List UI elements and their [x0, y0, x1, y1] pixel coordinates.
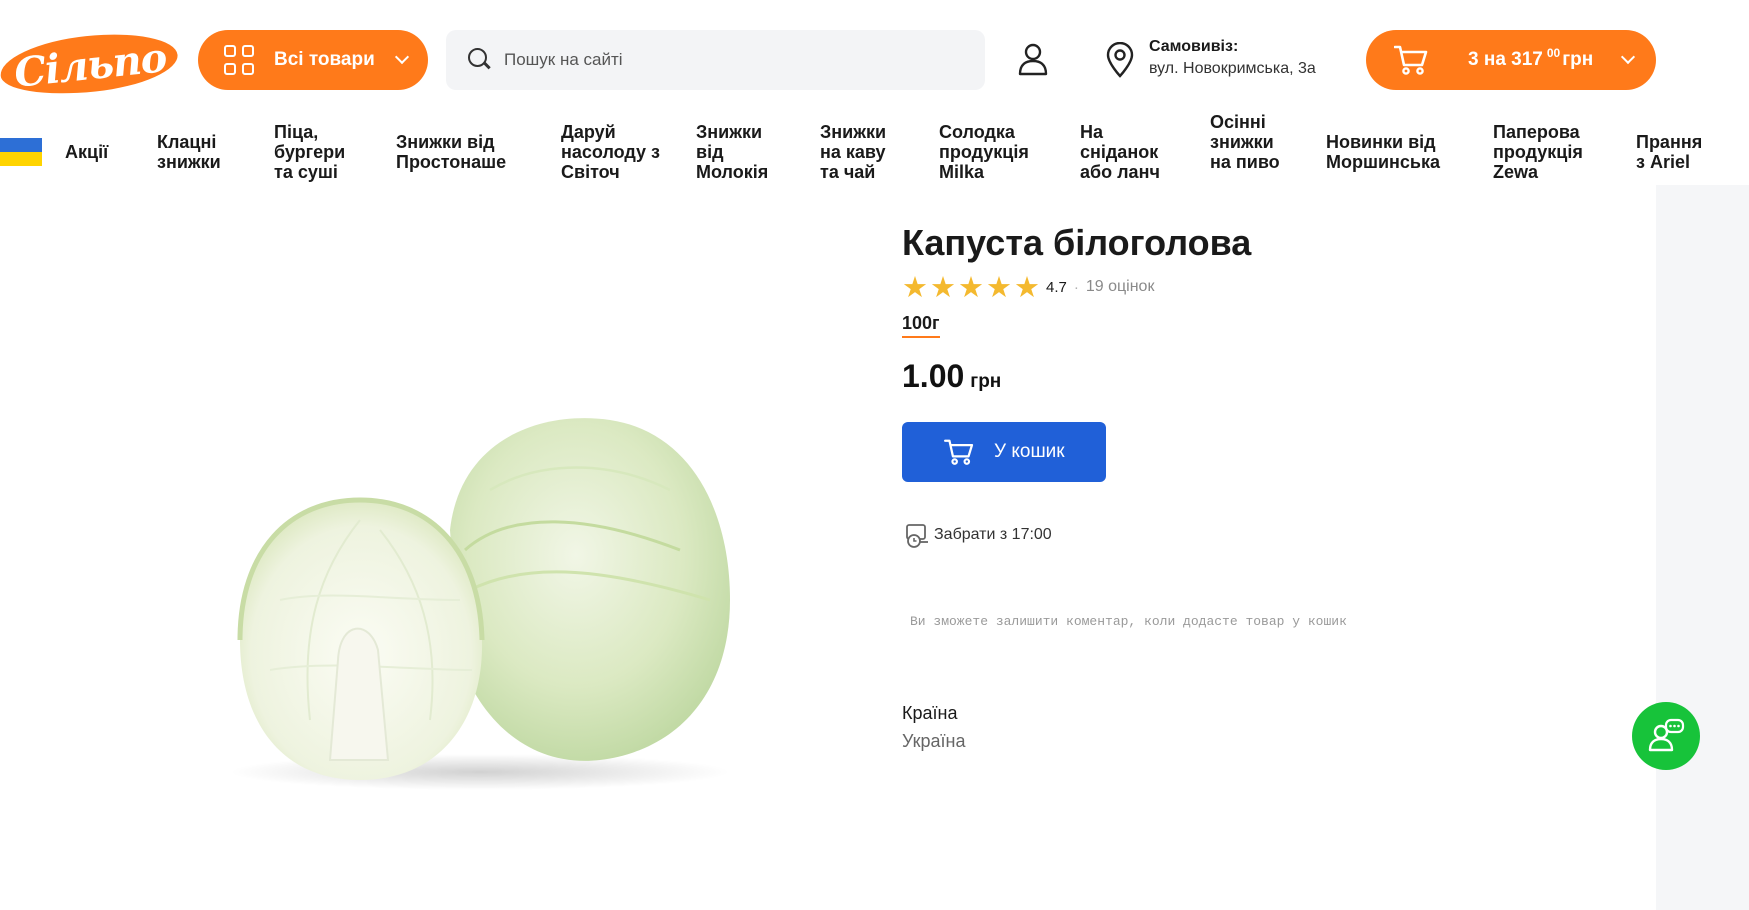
cart-button[interactable]: 3 на 317 00 грн [1366, 30, 1656, 90]
cart-count: 3 на [1468, 49, 1506, 70]
product-rating[interactable]: ★ ★ ★ ★ ★ 4.7 · 19 оцінок [902, 270, 1155, 304]
product-price: 1.00 грн [902, 358, 1001, 395]
star-icon: ★ [1014, 270, 1040, 304]
category-item[interactable]: Знижки на каву та чай [820, 122, 900, 182]
chevron-down-icon [394, 49, 409, 65]
chevron-down-icon [1621, 49, 1636, 65]
star-icon: ★ [930, 270, 956, 304]
category-item[interactable]: Осінні знижки на пиво [1210, 112, 1290, 172]
category-item[interactable]: Прання з Ariel [1636, 132, 1716, 172]
category-item[interactable]: Акції [65, 142, 145, 162]
rating-value: 4.7 [1046, 278, 1067, 296]
rating-separator: · [1073, 278, 1079, 296]
category-item[interactable]: Даруй насолоду з Світоч [561, 122, 661, 182]
category-item[interactable]: Піца, бургери та суші [274, 122, 362, 182]
category-item[interactable]: Солодка продукція Milka [939, 122, 1043, 182]
pickup-time-label: Забрати з 17:00 [934, 526, 1052, 543]
price-value: 1.00 [902, 358, 965, 394]
product-image [230, 418, 730, 790]
cart-summary: 3 на 317 00 грн [1468, 46, 1594, 71]
pickup-title: Самовивіз: [1149, 38, 1239, 55]
all-goods-label: Всі товари [274, 49, 375, 70]
star-icon: ★ [902, 270, 928, 304]
country-label: Країна [902, 703, 958, 723]
rating-stars: ★ ★ ★ ★ ★ [902, 270, 1042, 304]
comment-note: Ви зможете залишити коментар, коли додас… [910, 614, 1347, 629]
category-item[interactable]: Знижки від Молокія [696, 122, 782, 182]
category-nav: Акції Клацні знижки Піца, бургери та суш… [0, 112, 1749, 188]
cart-amount: 317 [1511, 49, 1543, 70]
chat-support-icon [1648, 718, 1685, 752]
side-panel [1656, 185, 1749, 910]
chat-support-button[interactable] [1632, 702, 1700, 770]
cart-amount-cents: 00 [1546, 46, 1561, 60]
pickup-time: Забрати з 17:00 [904, 522, 1052, 548]
silpo-logo[interactable]: Сільпо [0, 26, 181, 102]
category-item[interactable]: Знижки від Простонаше [396, 132, 526, 172]
category-item[interactable]: На сніданок або ланч [1080, 122, 1176, 182]
ukraine-flag-icon [0, 138, 42, 166]
pickup-clock-icon [906, 524, 928, 548]
cart-icon [1394, 45, 1428, 75]
search-bar[interactable] [446, 30, 985, 90]
cart-currency: грн [1562, 49, 1594, 70]
price-currency: грн [970, 371, 1002, 392]
add-to-cart-label: У кошик [994, 441, 1065, 462]
pickup-address: вул. Новокримська, 3а [1149, 60, 1316, 77]
star-icon: ★ [958, 270, 984, 304]
weight-option[interactable]: 100г [902, 313, 940, 338]
user-icon[interactable] [1016, 42, 1050, 76]
site-header: Сільпо Всі товари Самовивіз: вул. Новокр… [0, 0, 1749, 118]
logo-text: Сільпо [11, 34, 169, 97]
country-value: Україна [902, 731, 966, 751]
search-input[interactable] [504, 50, 964, 70]
star-icon: ★ [986, 270, 1012, 304]
search-icon[interactable] [468, 48, 492, 72]
category-item[interactable]: Новинки від Моршинська [1326, 132, 1466, 172]
category-item[interactable]: Клацні знижки [157, 132, 243, 172]
pickup-selector[interactable]: Самовивіз: вул. Новокримська, 3а [1105, 38, 1316, 78]
grid-icon [224, 45, 254, 75]
all-goods-button[interactable]: Всі товари [198, 30, 428, 90]
location-pin-icon [1106, 42, 1134, 78]
rating-count[interactable]: 19 оцінок [1086, 278, 1155, 296]
product-title: Капуста білоголова [902, 222, 1252, 263]
pickup-text: Самовивіз: вул. Новокримська, 3а [1149, 38, 1316, 78]
add-to-cart-button[interactable]: У кошик [902, 422, 1106, 482]
category-item[interactable]: Паперова продукція Zewa [1493, 122, 1603, 182]
cart-icon [944, 439, 974, 465]
